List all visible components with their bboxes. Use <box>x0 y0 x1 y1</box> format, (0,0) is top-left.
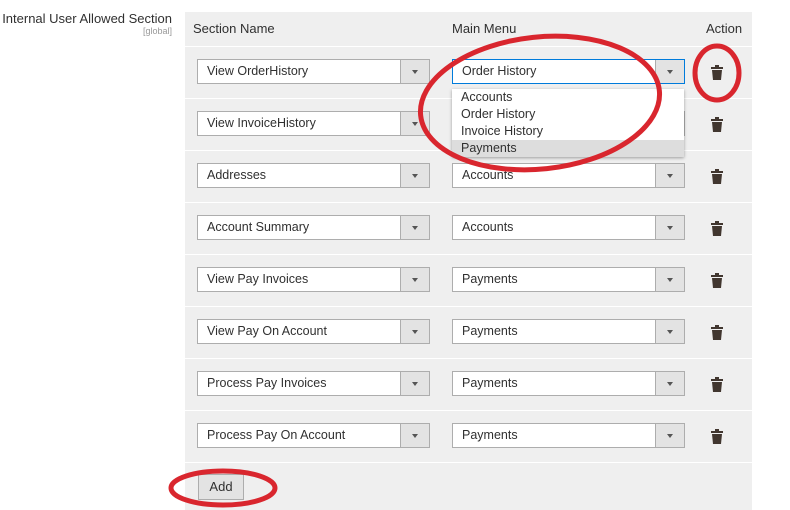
section-name-value: Addresses <box>207 168 267 182</box>
main-menu-value: Accounts <box>462 168 514 182</box>
chevron-down-icon[interactable] <box>400 424 429 447</box>
trash-icon[interactable] <box>711 377 723 392</box>
section-name-select[interactable]: View InvoiceHistory <box>197 111 430 136</box>
section-name-select[interactable]: Process Pay On Account <box>197 423 430 448</box>
main-menu-value: Payments <box>462 376 518 390</box>
section-name-select[interactable]: Account Summary <box>197 215 430 240</box>
section-name-value: View Pay On Account <box>207 324 327 338</box>
trash-icon[interactable] <box>711 65 723 80</box>
chevron-down-icon[interactable] <box>655 216 684 239</box>
chevron-down-icon[interactable] <box>400 268 429 291</box>
section-name-value: View OrderHistory <box>207 64 309 78</box>
dropdown-option[interactable]: Order History <box>452 106 684 123</box>
main-menu-value: Accounts <box>462 220 514 234</box>
section-name-value: View Pay Invoices <box>207 272 309 286</box>
chevron-down-icon[interactable] <box>655 320 684 343</box>
dropdown-option[interactable]: Invoice History <box>452 123 684 140</box>
main-menu-value: Payments <box>462 428 518 442</box>
chevron-down-icon[interactable] <box>655 424 684 447</box>
main-menu-dropdown[interactable]: Accounts Order History Invoice History P… <box>452 89 684 157</box>
trash-icon[interactable] <box>711 221 723 236</box>
table-row: Addresses Accounts <box>185 151 752 203</box>
table-row: View Pay Invoices Payments <box>185 255 752 307</box>
trash-icon[interactable] <box>711 325 723 340</box>
scope-label: [global] <box>142 26 172 36</box>
section-name-value: View InvoiceHistory <box>207 116 316 130</box>
main-menu-value: Payments <box>462 324 518 338</box>
chevron-down-icon[interactable] <box>655 60 684 83</box>
header-main-menu: Main Menu <box>452 21 517 36</box>
table-row: Process Pay Invoices Payments <box>185 359 752 411</box>
section-name-value: Process Pay On Account <box>207 428 346 442</box>
section-name-value: Account Summary <box>207 220 310 234</box>
add-button[interactable]: Add <box>198 474 244 500</box>
main-menu-select[interactable]: Payments <box>452 423 685 448</box>
chevron-down-icon[interactable] <box>655 372 684 395</box>
trash-icon[interactable] <box>711 117 723 132</box>
main-menu-select[interactable]: Accounts <box>452 163 685 188</box>
chevron-down-icon[interactable] <box>400 320 429 343</box>
table-row: View Pay On Account Payments <box>185 307 752 359</box>
trash-icon[interactable] <box>711 273 723 288</box>
chevron-down-icon[interactable] <box>400 216 429 239</box>
chevron-down-icon[interactable] <box>400 164 429 187</box>
field-label: Internal User Allowed Section <box>2 11 172 26</box>
chevron-down-icon[interactable] <box>400 60 429 83</box>
header-action: Action <box>706 21 743 36</box>
main-menu-select[interactable]: Order History <box>452 59 685 84</box>
main-menu-select[interactable]: Payments <box>452 319 685 344</box>
sections-table: Section Name Main Menu Action View Order… <box>185 12 752 510</box>
main-menu-select[interactable]: Payments <box>452 267 685 292</box>
section-name-select[interactable]: View Pay Invoices <box>197 267 430 292</box>
main-menu-select[interactable]: Payments <box>452 371 685 396</box>
chevron-down-icon[interactable] <box>400 372 429 395</box>
chevron-down-icon[interactable] <box>400 112 429 135</box>
table-header: Section Name Main Menu Action <box>185 12 752 47</box>
trash-icon[interactable] <box>711 429 723 444</box>
chevron-down-icon[interactable] <box>655 268 684 291</box>
section-name-select[interactable]: View OrderHistory <box>197 59 430 84</box>
section-name-select[interactable]: Process Pay Invoices <box>197 371 430 396</box>
main-menu-value: Payments <box>462 272 518 286</box>
main-menu-value: Order History <box>462 64 537 78</box>
header-section-name: Section Name <box>193 21 275 36</box>
section-name-select[interactable]: View Pay On Account <box>197 319 430 344</box>
table-row: Process Pay On Account Payments <box>185 411 752 463</box>
section-name-select[interactable]: Addresses <box>197 163 430 188</box>
trash-icon[interactable] <box>711 169 723 184</box>
chevron-down-icon[interactable] <box>655 164 684 187</box>
dropdown-option[interactable]: Payments <box>452 140 684 157</box>
table-row: Account Summary Accounts <box>185 203 752 255</box>
dropdown-option[interactable]: Accounts <box>452 89 684 106</box>
main-menu-select[interactable]: Accounts <box>452 215 685 240</box>
section-name-value: Process Pay Invoices <box>207 376 327 390</box>
